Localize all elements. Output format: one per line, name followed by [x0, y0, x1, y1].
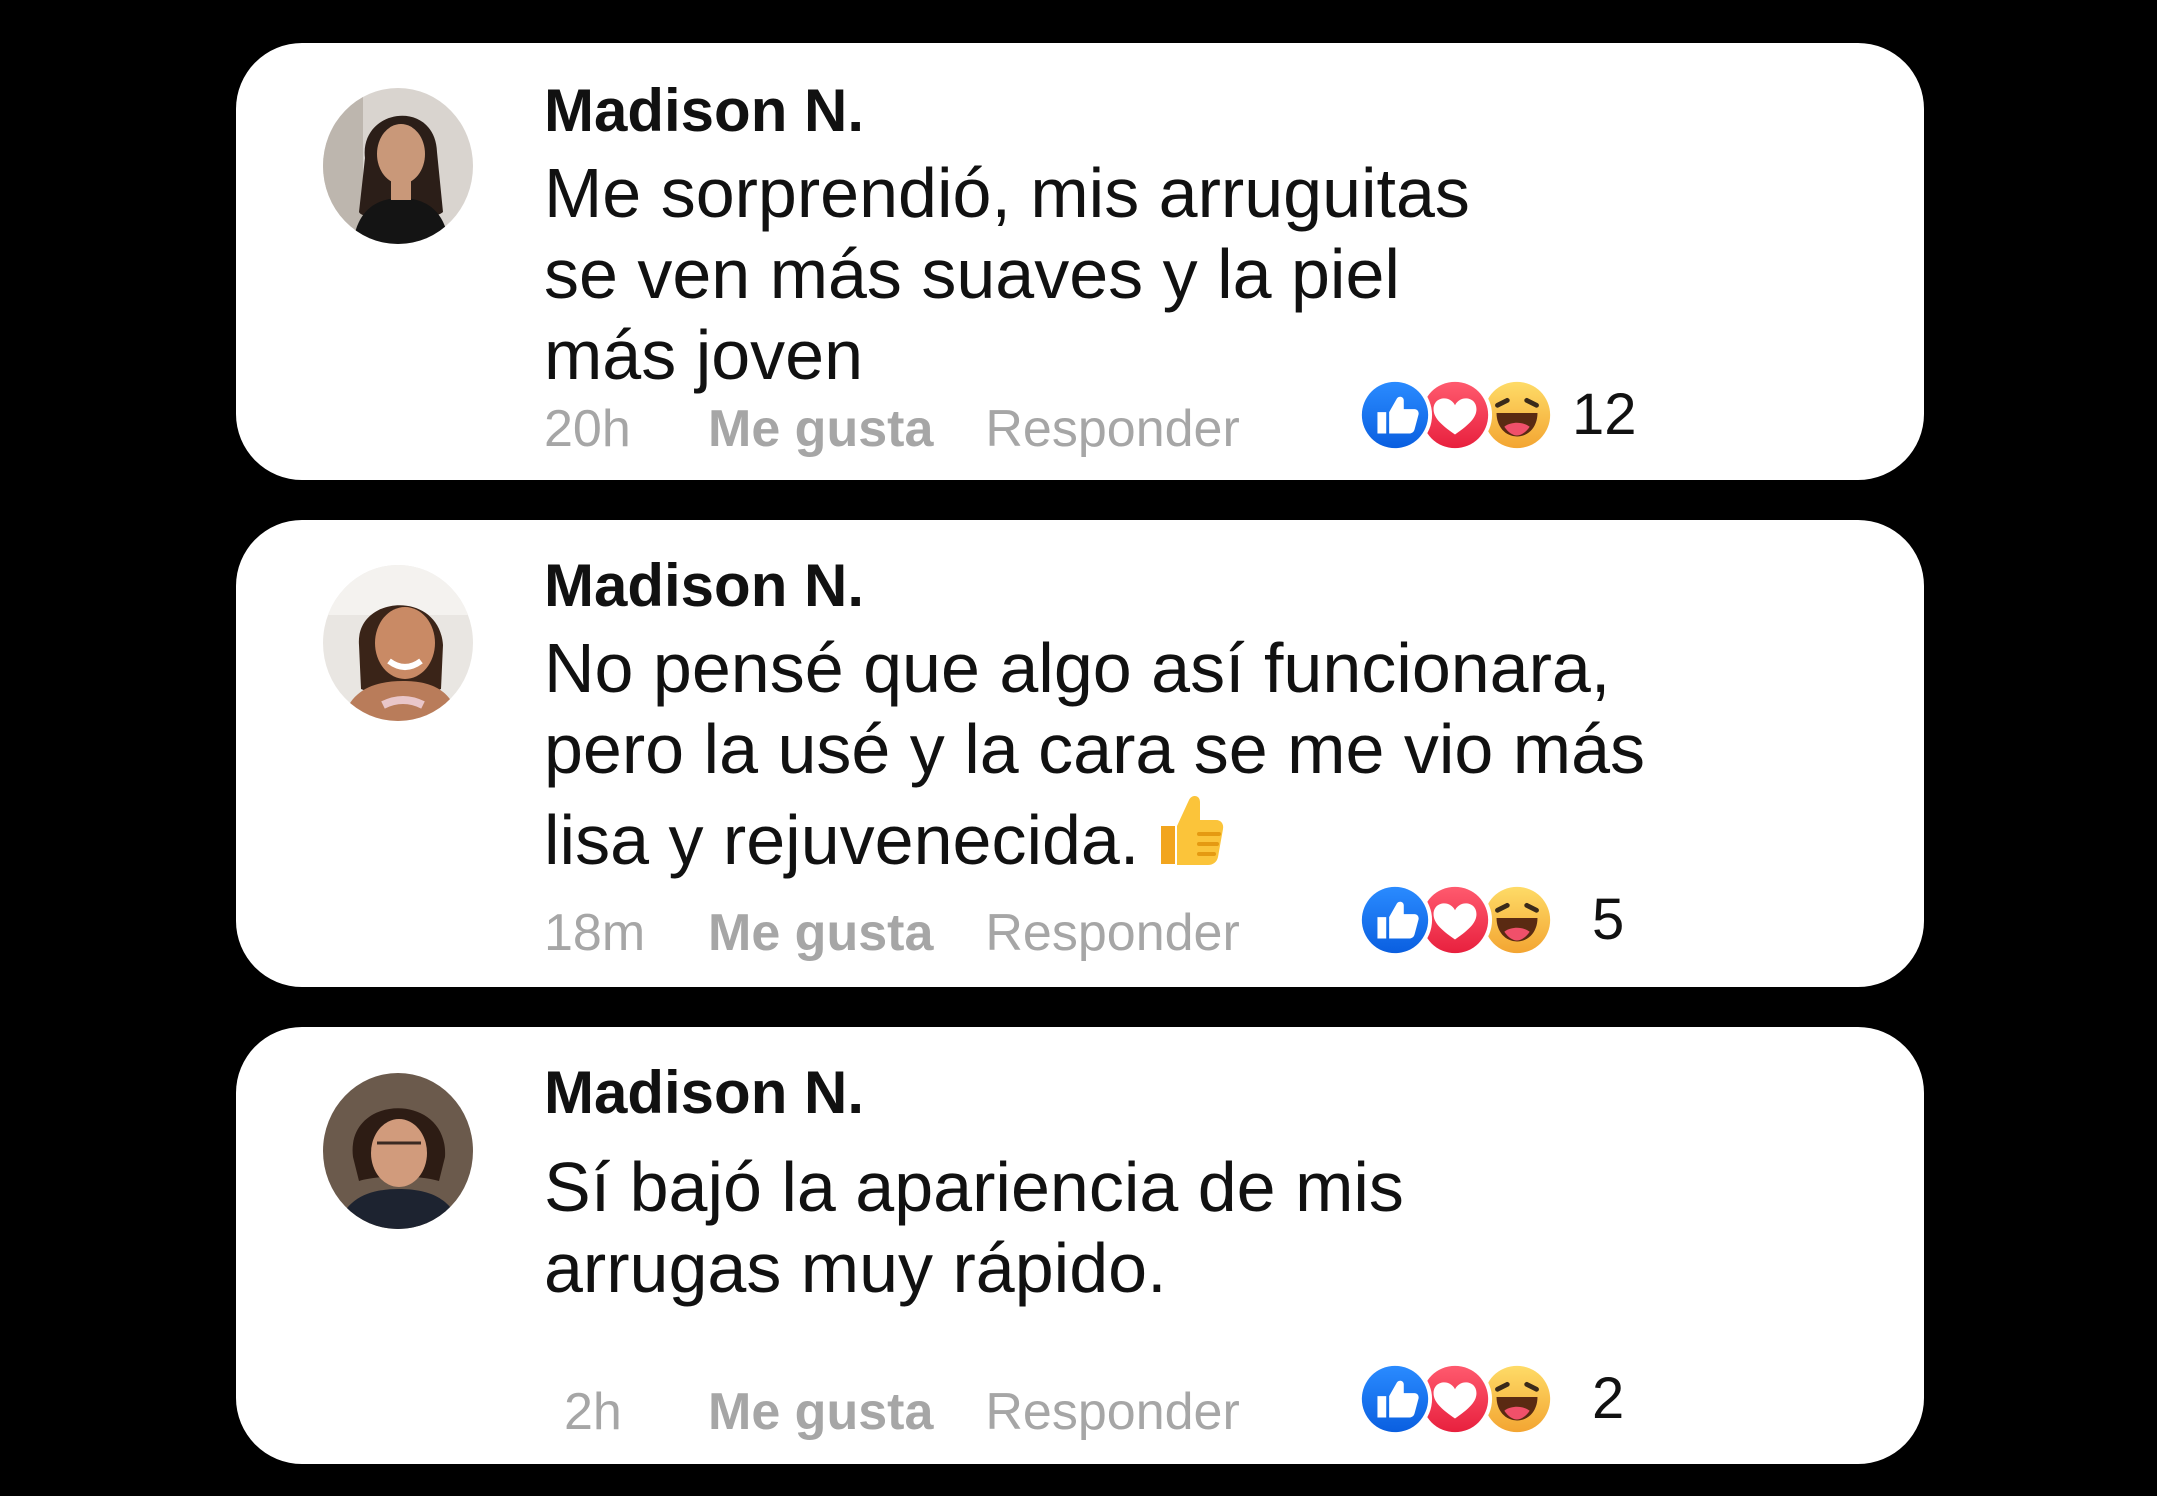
- comment-line: se ven más suaves y la piel: [544, 235, 1400, 313]
- avatar[interactable]: [323, 565, 473, 721]
- like-button[interactable]: Me gusta: [708, 1383, 933, 1441]
- reply-button[interactable]: Responder: [985, 904, 1239, 962]
- comment-line: pero la usé y la cara se me vio más: [544, 710, 1646, 788]
- comment-line: Me sorprendió, mis arruguitas: [544, 154, 1470, 232]
- comment-line: arrugas muy rápido.: [544, 1229, 1167, 1307]
- comment-card: Madison N. Me sorprendió, mis arruguitas…: [236, 43, 1924, 480]
- comment-line: Sí bajó la apariencia de mis: [544, 1148, 1404, 1226]
- avatar[interactable]: [323, 1073, 473, 1229]
- like-button[interactable]: Me gusta: [708, 904, 933, 962]
- thumbs-up-icon: [1161, 796, 1224, 865]
- comment-actions: 18m Me gusta Responder: [544, 907, 1240, 959]
- comment-author[interactable]: Madison N.: [544, 81, 864, 141]
- comment-timestamp[interactable]: 2h: [544, 1386, 648, 1438]
- reply-button[interactable]: Responder: [985, 1383, 1239, 1441]
- comment-author[interactable]: Madison N.: [544, 1063, 864, 1123]
- like-icon: [1356, 881, 1434, 959]
- comment-text: Me sorprendió, mis arruguitas se ven más…: [544, 153, 1470, 396]
- comment-line: No pensé que algo así funcionara,: [544, 629, 1611, 707]
- reaction-count: 5: [1592, 887, 1625, 952]
- comment-line: lisa y rejuvenecida.: [544, 790, 1645, 881]
- like-icon: [1356, 376, 1434, 454]
- comment-line-text: lisa y rejuvenecida.: [544, 801, 1140, 879]
- reaction-count: 2: [1592, 1366, 1625, 1431]
- comment-text: No pensé que algo así funcionara, pero l…: [544, 628, 1645, 881]
- comment-timestamp[interactable]: 18m: [544, 907, 648, 959]
- like-button[interactable]: Me gusta: [708, 400, 933, 458]
- reaction-count: 12: [1572, 382, 1637, 447]
- comment-line: más joven: [544, 316, 864, 394]
- comment-actions: 20h Me gusta Responder: [544, 403, 1240, 455]
- avatar[interactable]: [323, 88, 473, 244]
- reply-button[interactable]: Responder: [985, 400, 1239, 458]
- comment-card: Madison N. No pensé que algo así funcion…: [236, 520, 1924, 987]
- comment-timestamp[interactable]: 20h: [544, 403, 648, 455]
- comment-author[interactable]: Madison N.: [544, 556, 864, 616]
- like-icon: [1356, 1360, 1434, 1438]
- comment-actions: 2h Me gusta Responder: [544, 1386, 1240, 1438]
- comment-text: Sí bajó la apariencia de mis arrugas muy…: [544, 1147, 1404, 1309]
- comment-card: Madison N. Sí bajó la apariencia de mis …: [236, 1027, 1924, 1464]
